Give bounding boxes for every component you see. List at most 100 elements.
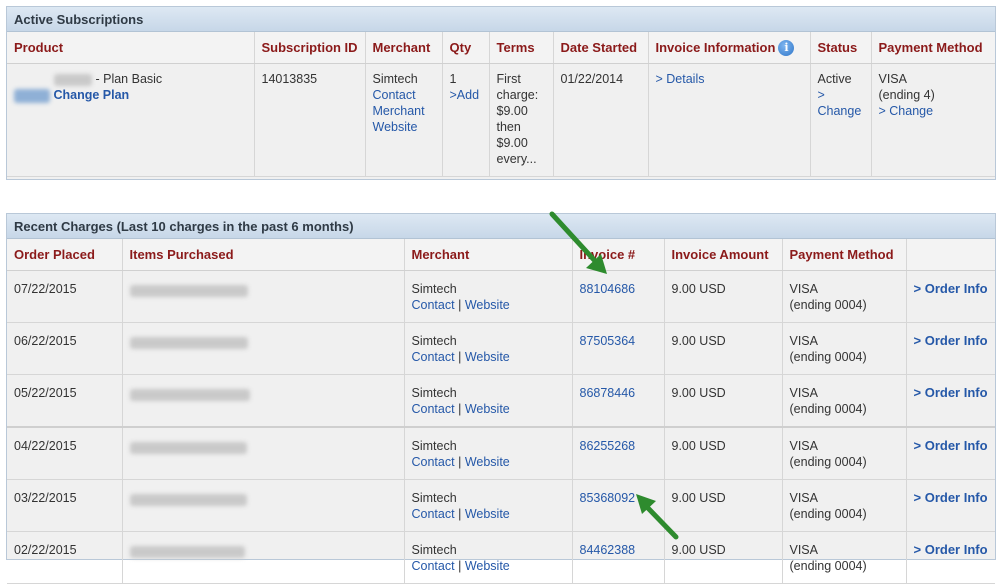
link-separator: | bbox=[458, 402, 462, 416]
invoice-number-cell: 88104686 bbox=[572, 270, 665, 323]
invoice-number-cell: 87505364 bbox=[572, 322, 665, 375]
website-link[interactable]: Website bbox=[465, 402, 510, 416]
contact-link[interactable]: Contact bbox=[412, 350, 455, 364]
status-change-link[interactable]: > Change bbox=[818, 88, 862, 118]
invoice-number-link[interactable]: 87505364 bbox=[580, 334, 636, 348]
order-info-cell: > Order Info bbox=[906, 531, 995, 584]
recent-card: VISA bbox=[789, 386, 819, 400]
website-link[interactable]: Website bbox=[465, 298, 510, 312]
website-link[interactable]: Website bbox=[465, 455, 510, 469]
contact-link[interactable]: Contact bbox=[412, 559, 455, 573]
table-row: 07/22/2015 Simtech Contact | Website 881046… bbox=[7, 270, 995, 323]
change-plan-link[interactable]: Change Plan bbox=[53, 88, 129, 102]
contact-link[interactable]: Contact bbox=[412, 507, 455, 521]
blurred-product-name bbox=[54, 73, 92, 86]
recent-payment-cell: VISA (ending 0004) bbox=[782, 531, 907, 584]
recent-card-ending: (ending 0004) bbox=[789, 350, 867, 364]
order-date: 06/22/2015 bbox=[7, 322, 123, 375]
payment-ending: (ending 4) bbox=[878, 88, 935, 102]
active-subscriptions-table: Product Subscription ID Merchant Qty Ter… bbox=[7, 32, 995, 177]
invoice-number-link[interactable]: 86255268 bbox=[580, 439, 636, 453]
order-info-link[interactable]: > Order Info bbox=[914, 333, 988, 348]
invoice-number-cell: 86878446 bbox=[572, 374, 665, 428]
col-invoice-number: Invoice # bbox=[572, 239, 665, 271]
col-merchant: Merchant bbox=[365, 32, 443, 64]
recent-card-ending: (ending 0004) bbox=[789, 298, 867, 312]
recent-card-ending: (ending 0004) bbox=[789, 507, 867, 521]
payment-change-link[interactable]: > Change bbox=[879, 104, 934, 118]
col-recent-payment-method: Payment Method bbox=[782, 239, 907, 271]
invoice-number-link[interactable]: 86878446 bbox=[580, 386, 636, 400]
order-info-cell: > Order Info bbox=[906, 270, 995, 323]
items-purchased-cell bbox=[122, 270, 405, 323]
order-date: 02/22/2015 bbox=[7, 531, 123, 584]
date-started-cell: 01/22/2014 bbox=[553, 63, 649, 177]
col-terms: Terms bbox=[489, 32, 554, 64]
contact-link[interactable]: Contact bbox=[412, 402, 455, 416]
items-purchased-cell bbox=[122, 479, 405, 532]
col-recent-merchant: Merchant bbox=[404, 239, 573, 271]
website-link[interactable]: Website bbox=[465, 507, 510, 521]
recent-merchant-cell: Simtech Contact | Website bbox=[404, 531, 573, 584]
contact-link[interactable]: Contact bbox=[412, 298, 455, 312]
product-cell: - Plan Basic Change Plan bbox=[7, 63, 255, 177]
recent-merchant-name: Simtech bbox=[411, 491, 457, 505]
details-link[interactable]: > Details bbox=[656, 72, 705, 86]
order-date: 07/22/2015 bbox=[7, 270, 123, 323]
invoice-amount: 9.00 USD bbox=[664, 374, 783, 428]
col-invoice-information: Invoice Information i bbox=[648, 32, 811, 64]
invoice-number-cell: 84462388 bbox=[572, 531, 665, 584]
invoice-number-link[interactable]: 88104686 bbox=[580, 282, 636, 296]
link-separator: | bbox=[458, 507, 462, 521]
order-info-link[interactable]: > Order Info bbox=[914, 385, 988, 400]
qty-add-link[interactable]: >Add bbox=[450, 88, 480, 102]
col-invoice-amount: Invoice Amount bbox=[664, 239, 783, 271]
recent-payment-cell: VISA (ending 0004) bbox=[782, 374, 907, 428]
merchant-cell: Simtech Contact Merchant Website bbox=[365, 63, 443, 177]
status-cell: Active > Change bbox=[810, 63, 872, 177]
invoice-amount: 9.00 USD bbox=[664, 479, 783, 532]
order-info-link[interactable]: > Order Info bbox=[914, 281, 988, 296]
product-name: - Plan Basic bbox=[95, 72, 163, 86]
order-info-link[interactable]: > Order Info bbox=[914, 490, 988, 505]
order-date: 05/22/2015 bbox=[7, 374, 123, 428]
table-row: 05/22/2015 Simtech Contact | Website 868784… bbox=[7, 374, 995, 428]
subscription-id-cell: 14013835 bbox=[254, 63, 366, 177]
recent-payment-cell: VISA (ending 0004) bbox=[782, 322, 907, 375]
link-separator: | bbox=[458, 455, 462, 469]
order-date: 04/22/2015 bbox=[7, 426, 123, 480]
active-subscriptions-panel: Active Subscriptions Product Subscriptio… bbox=[6, 6, 996, 180]
contact-link[interactable]: Contact bbox=[412, 455, 455, 469]
payment-card: VISA bbox=[878, 72, 908, 86]
order-info-link[interactable]: > Order Info bbox=[914, 438, 988, 453]
col-invoice-information-label: Invoice Information bbox=[655, 39, 776, 55]
table-row: 02/22/2015 Simtech Contact | Website 844623… bbox=[7, 531, 995, 584]
invoice-number-link[interactable]: 84462388 bbox=[580, 543, 636, 557]
website-link[interactable]: Website bbox=[465, 350, 510, 364]
invoice-number-cell: 85368092 bbox=[572, 479, 665, 532]
recent-merchant-name: Simtech bbox=[411, 543, 457, 557]
invoice-number-link[interactable]: 85368092 bbox=[580, 491, 636, 505]
blurred-item-name bbox=[129, 545, 245, 558]
invoice-amount: 9.00 USD bbox=[664, 322, 783, 375]
items-purchased-cell bbox=[122, 531, 405, 584]
col-date-started: Date Started bbox=[553, 32, 649, 64]
invoice-amount: 9.00 USD bbox=[664, 426, 783, 480]
contact-merchant-website-link[interactable]: Contact Merchant Website bbox=[373, 88, 425, 134]
qty-cell: 1 >Add bbox=[442, 63, 490, 177]
recent-card: VISA bbox=[789, 334, 819, 348]
invoice-info-cell: > Details bbox=[648, 63, 811, 177]
recent-merchant-cell: Simtech Contact | Website bbox=[404, 374, 573, 428]
table-row: 04/22/2015 Simtech Contact | Website 862552… bbox=[7, 426, 995, 480]
order-info-link[interactable]: > Order Info bbox=[914, 542, 988, 557]
invoice-number-cell: 86255268 bbox=[572, 426, 665, 480]
recent-charges-table: Order Placed Items Purchased Merchant In… bbox=[7, 239, 995, 584]
recent-payment-cell: VISA (ending 0004) bbox=[782, 270, 907, 323]
recent-merchant-name: Simtech bbox=[411, 386, 457, 400]
info-circle-icon[interactable]: i bbox=[778, 39, 795, 56]
blurred-product-logo bbox=[14, 88, 50, 103]
table-row: 06/22/2015 Simtech Contact | Website 875053… bbox=[7, 322, 995, 375]
website-link[interactable]: Website bbox=[465, 559, 510, 573]
recent-merchant-name: Simtech bbox=[411, 334, 457, 348]
recent-card-ending: (ending 0004) bbox=[789, 559, 867, 573]
